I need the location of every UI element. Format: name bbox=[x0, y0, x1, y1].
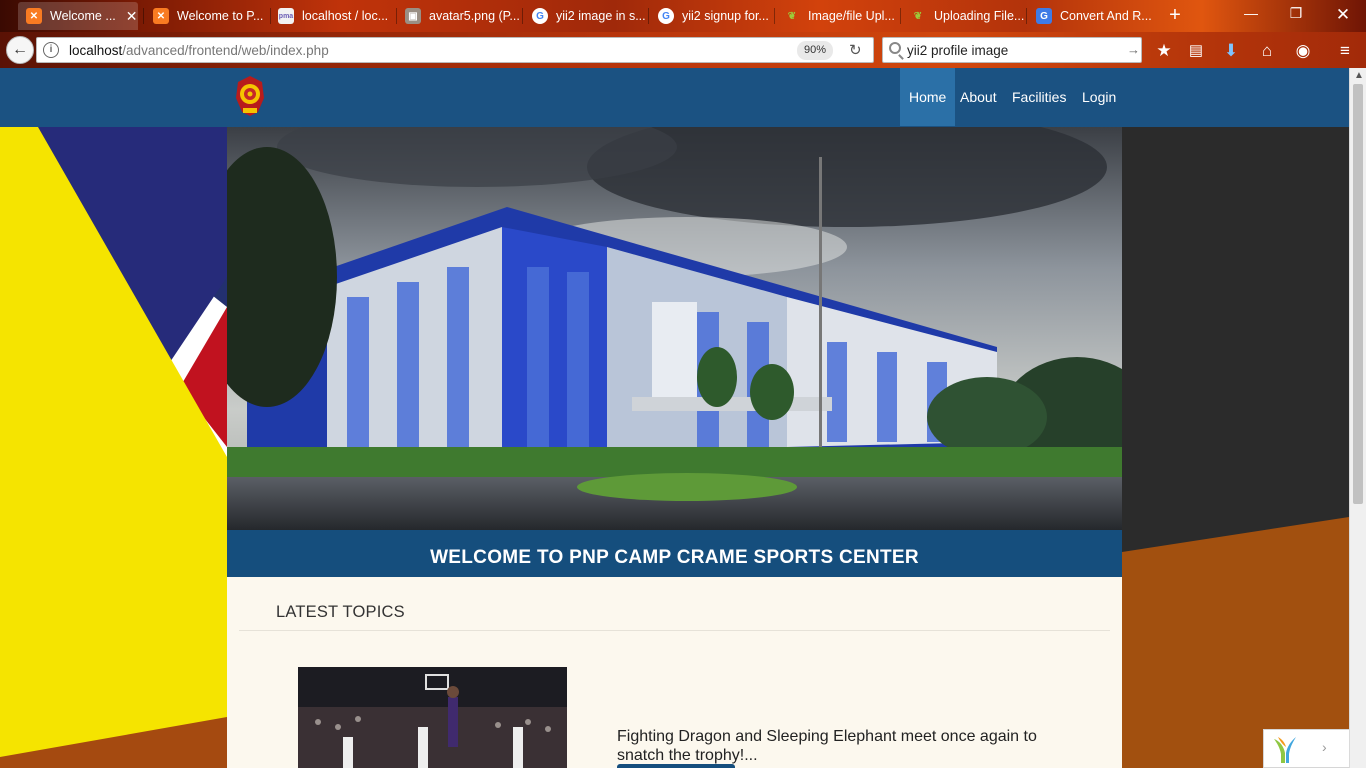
topic-thumbnail[interactable] bbox=[298, 667, 567, 768]
tab-title: Image/file Upl... bbox=[808, 9, 895, 23]
tab-separator bbox=[522, 8, 523, 24]
tab-title: localhost / loc... bbox=[302, 9, 389, 23]
bookmark-star-icon[interactable]: ★ bbox=[1153, 40, 1175, 62]
home-icon[interactable]: ⌂ bbox=[1256, 40, 1278, 62]
scroll-up-icon[interactable]: ▲ bbox=[1354, 70, 1364, 81]
close-icon[interactable]: ✕ bbox=[126, 8, 138, 25]
reload-icon[interactable]: ↻ bbox=[849, 41, 862, 59]
new-tab-button[interactable]: + bbox=[1164, 4, 1186, 26]
tab-separator bbox=[648, 8, 649, 24]
pnp-logo[interactable] bbox=[234, 74, 266, 118]
tab-title: Welcome ... bbox=[50, 9, 116, 23]
tab-title: yii2 signup for... bbox=[682, 9, 769, 23]
scroll-thumb[interactable] bbox=[1353, 84, 1363, 504]
menu-icon[interactable]: ≡ bbox=[1334, 40, 1356, 62]
yii-icon bbox=[1274, 737, 1296, 763]
tab-title: Uploading File... bbox=[934, 9, 1025, 23]
browser-tab[interactable]: ✕ Welcome to P... bbox=[145, 2, 267, 30]
welcome-banner: WELCOME TO PNP CAMP CRAME SPORTS CENTER bbox=[227, 530, 1122, 577]
tab-title: Welcome to P... bbox=[177, 9, 264, 23]
browser-tab[interactable]: G yii2 image in s... bbox=[524, 2, 650, 30]
info-icon[interactable]: i bbox=[43, 42, 59, 58]
image-icon: ▣ bbox=[405, 8, 421, 24]
divider bbox=[239, 630, 1110, 631]
download-icon[interactable]: ⬇ bbox=[1220, 40, 1242, 62]
nav-home[interactable]: Home bbox=[900, 68, 956, 126]
pocket-icon[interactable]: ◉ bbox=[1292, 40, 1314, 62]
right-decoration bbox=[1122, 127, 1349, 768]
topic-summary[interactable]: Fighting Dragon and Sleeping Elephant me… bbox=[617, 727, 1037, 765]
browser-tab[interactable]: ❦ Image/file Upl... bbox=[776, 2, 902, 30]
search-icon bbox=[889, 42, 901, 54]
minimize-icon[interactable]: — bbox=[1236, 5, 1266, 21]
browser-tab-bar: ✕ Welcome ... ✕ ✕ Welcome to P... pma lo… bbox=[0, 0, 1366, 32]
url-text: localhost/advanced/frontend/web/index.ph… bbox=[69, 43, 329, 58]
url-path: /advanced/frontend/web/index.php bbox=[122, 43, 329, 58]
read-more-button[interactable] bbox=[617, 764, 735, 768]
browser-tab[interactable]: G yii2 signup for... bbox=[650, 2, 776, 30]
xampp-icon: ✕ bbox=[26, 8, 42, 24]
tab-title: avatar5.png (P... bbox=[429, 9, 520, 23]
google-icon: G bbox=[1036, 8, 1052, 24]
zoom-badge[interactable]: 90% bbox=[797, 41, 834, 60]
latest-topics-heading: LATEST TOPICS bbox=[276, 603, 405, 621]
chevron-right-icon[interactable]: › bbox=[1322, 739, 1327, 755]
tab-title: Convert And R... bbox=[1060, 9, 1152, 23]
phpmyadmin-icon: pma bbox=[278, 8, 294, 24]
web-page: Home About Facilities Login WELCOME TO P… bbox=[0, 68, 1349, 768]
google-icon: G bbox=[658, 8, 674, 24]
tab-title: yii2 image in s... bbox=[556, 9, 646, 23]
yii-icon: ❦ bbox=[787, 10, 797, 22]
tab-separator bbox=[774, 8, 775, 24]
url-host: localhost bbox=[69, 43, 123, 58]
nav-login[interactable]: Login bbox=[1073, 68, 1125, 126]
reading-list-icon[interactable]: ▤ bbox=[1185, 40, 1207, 62]
hero-image bbox=[227, 127, 1122, 530]
tab-separator bbox=[143, 8, 144, 24]
page-scrollbar[interactable]: ▲ bbox=[1349, 68, 1366, 768]
yii-icon: ❦ bbox=[913, 10, 923, 22]
back-button[interactable]: ← bbox=[6, 36, 34, 64]
arrow-right-icon[interactable]: → bbox=[1127, 42, 1140, 57]
left-decoration bbox=[0, 127, 227, 768]
restore-icon[interactable]: ❐ bbox=[1281, 5, 1311, 22]
content-section: LATEST TOPICS Fighting Dragon and Sleepi… bbox=[227, 577, 1122, 768]
search-input[interactable]: yii2 profile image bbox=[907, 43, 1008, 58]
browser-tab[interactable]: ▣ avatar5.png (P... bbox=[397, 2, 523, 30]
nav-about[interactable]: About bbox=[951, 68, 1006, 126]
browser-tab[interactable]: G Convert And R... bbox=[1028, 2, 1156, 30]
site-navbar: Home About Facilities Login bbox=[0, 68, 1349, 127]
nav-facilities[interactable]: Facilities bbox=[1003, 68, 1075, 126]
tab-separator bbox=[900, 8, 901, 24]
google-icon: G bbox=[532, 8, 548, 24]
url-bar[interactable]: i localhost/advanced/frontend/web/index.… bbox=[36, 37, 874, 63]
browser-tab[interactable]: pma localhost / loc... bbox=[270, 2, 394, 30]
xampp-icon: ✕ bbox=[153, 8, 169, 24]
yii-debug-toolbar[interactable]: › bbox=[1263, 729, 1349, 768]
search-bar[interactable]: yii2 profile image → bbox=[882, 37, 1142, 63]
tab-separator bbox=[1026, 8, 1027, 24]
browser-tab[interactable]: ❦ Uploading File... bbox=[902, 2, 1028, 30]
browser-tab[interactable]: ✕ Welcome ... ✕ bbox=[18, 2, 138, 30]
close-window-icon[interactable]: ✕ bbox=[1328, 5, 1358, 25]
